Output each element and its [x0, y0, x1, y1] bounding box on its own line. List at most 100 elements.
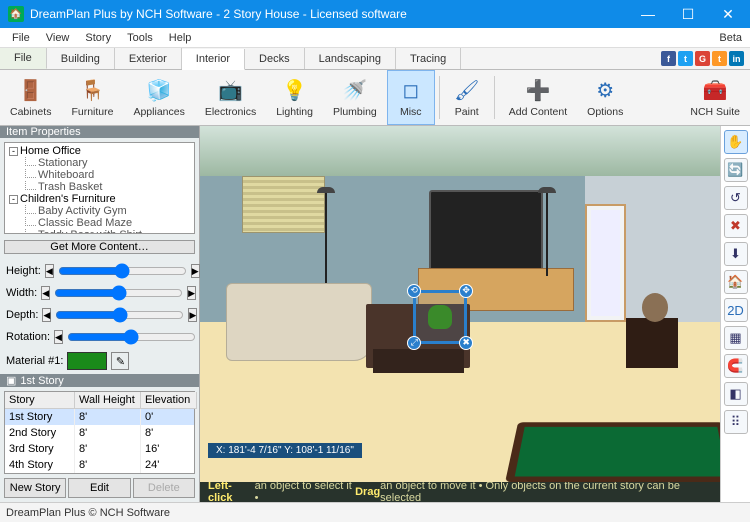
story-table[interactable]: StoryWall HeightElevation 1st Story8'0'2…	[4, 391, 195, 474]
tab-building[interactable]: Building	[47, 48, 115, 69]
delete-story-button[interactable]: Delete	[133, 478, 195, 498]
appliances-button[interactable]: 🧊Appliances	[123, 70, 194, 125]
selected-object-gizmo[interactable]: ⟲ ✥ ⤢ ✖	[413, 290, 467, 344]
view-2d-tool[interactable]: 2D	[724, 298, 748, 322]
orbit-tool[interactable]: 🔄	[724, 158, 748, 182]
width-increase-button[interactable]: ▶	[187, 286, 196, 300]
menu-help[interactable]: Help	[161, 28, 200, 47]
pool-table	[505, 422, 720, 482]
statusbar: DreamPlan Plus © NCH Software	[0, 502, 750, 522]
item-tree[interactable]: -Home OfficeStationaryWhiteboardTrash Ba…	[4, 142, 195, 233]
material-swatch[interactable]	[67, 352, 107, 370]
cabinets-button[interactable]: 🚪Cabinets	[0, 70, 61, 125]
grip-tool[interactable]: ⠿	[724, 410, 748, 434]
item-properties-header[interactable]: Item Properties	[0, 126, 199, 138]
table-row[interactable]: 3rd Story8'16'	[5, 441, 194, 457]
width-decrease-button[interactable]: ◀	[41, 286, 50, 300]
misc-button[interactable]: ◻Misc	[387, 70, 435, 125]
close-button[interactable]: ✕	[708, 0, 748, 28]
eyedropper-icon[interactable]: ✎	[111, 352, 129, 370]
rotate-handle-icon[interactable]: ⟲	[407, 284, 421, 298]
delete-handle-icon[interactable]: ✖	[459, 336, 473, 350]
maximize-button[interactable]: ☐	[668, 0, 708, 28]
column-header[interactable]: Wall Height	[75, 392, 141, 409]
tab-interior[interactable]: Interior	[182, 49, 245, 70]
expand-icon[interactable]: -	[9, 147, 18, 156]
facebook-icon[interactable]: f	[661, 51, 676, 66]
tree-node[interactable]: -Home Office	[7, 145, 192, 157]
table-row[interactable]: 1st Story8'0'	[5, 409, 194, 425]
scene-3d[interactable]: ⟲ ✥ ⤢ ✖ X: 181'-4 7/16" Y: 108'-1 11/16"	[200, 126, 720, 482]
download-tool[interactable]: ⬇	[724, 242, 748, 266]
edit-story-button[interactable]: Edit	[68, 478, 130, 498]
expand-icon[interactable]: -	[9, 195, 18, 204]
depth-slider[interactable]	[55, 306, 184, 324]
tree-node[interactable]: -Children's Furniture	[7, 193, 192, 205]
google-plus-icon[interactable]: G	[695, 51, 710, 66]
table-row[interactable]: 4th Story8'24'	[5, 457, 194, 473]
app-icon: 🏠	[8, 6, 24, 22]
width-slider[interactable]	[54, 284, 183, 302]
paint-button[interactable]: 🖌Paint	[444, 70, 490, 125]
viewport[interactable]: ⟲ ✥ ⤢ ✖ X: 181'-4 7/16" Y: 108'-1 11/16"…	[200, 126, 720, 502]
minimize-button[interactable]: —	[628, 0, 668, 28]
rotation-decrease-button[interactable]: ◀	[54, 330, 63, 344]
reset-view-tool[interactable]: ↺	[724, 186, 748, 210]
menu-tools[interactable]: Tools	[119, 28, 161, 47]
get-more-content-button[interactable]: Get More Content…	[4, 240, 195, 254]
height-slider[interactable]	[58, 262, 187, 280]
tab-tracing[interactable]: Tracing	[396, 48, 461, 69]
depth-decrease-button[interactable]: ◀	[42, 308, 51, 322]
tab-file[interactable]: File	[0, 48, 47, 69]
new-story-button[interactable]: New Story	[4, 478, 66, 498]
scale-handle-icon[interactable]: ⤢	[407, 336, 421, 350]
tree-node[interactable]: Stationary	[7, 157, 192, 169]
height-decrease-button[interactable]: ◀	[45, 264, 54, 278]
tree-node[interactable]: Whiteboard	[7, 169, 192, 181]
table-row[interactable]: 2nd Story8'8'	[5, 425, 194, 441]
height-increase-button[interactable]: ▶	[191, 264, 200, 278]
lighting-icon: 💡	[282, 78, 308, 104]
rotation-slider[interactable]	[67, 328, 196, 346]
column-header[interactable]: Elevation	[141, 392, 197, 409]
end-table	[626, 318, 678, 368]
electronics-button[interactable]: 📺Electronics	[195, 70, 266, 125]
tree-node[interactable]: Baby Activity Gym	[7, 205, 192, 217]
move-handle-icon[interactable]: ✥	[459, 284, 473, 298]
tumblr-icon[interactable]: t	[712, 51, 727, 66]
rotation-label: Rotation:	[6, 331, 50, 343]
snap-tool[interactable]: 🧲	[724, 354, 748, 378]
lighting-button[interactable]: 💡Lighting	[266, 70, 323, 125]
tree-node[interactable]: Trash Basket	[7, 181, 192, 193]
view-3d-tool[interactable]: 🏠	[724, 270, 748, 294]
height-label: Height:	[6, 265, 41, 277]
toggle-1[interactable]: ▦	[724, 326, 748, 350]
coordinates-readout: X: 181'-4 7/16" Y: 108'-1 11/16"	[208, 443, 362, 458]
twitter-icon[interactable]: t	[678, 51, 693, 66]
globe	[642, 293, 668, 321]
tab-landscaping[interactable]: Landscaping	[305, 48, 396, 69]
add-content-button[interactable]: ➕Add Content	[499, 70, 577, 125]
furniture-button[interactable]: 🪑Furniture	[61, 70, 123, 125]
menu-view[interactable]: View	[38, 28, 78, 47]
settings-tool[interactable]: ◧	[724, 382, 748, 406]
tv	[429, 190, 543, 275]
options-button[interactable]: ⚙Options	[577, 70, 633, 125]
plumbing-icon: 🚿	[342, 78, 368, 104]
column-header[interactable]: Story	[5, 392, 75, 409]
tab-exterior[interactable]: Exterior	[115, 48, 182, 69]
plumbing-button[interactable]: 🚿Plumbing	[323, 70, 387, 125]
linkedin-icon[interactable]: in	[729, 51, 744, 66]
paint-icon: 🖌	[454, 78, 480, 104]
delete-tool[interactable]: ✖	[724, 214, 748, 238]
tree-node[interactable]: Classic Bead Maze	[7, 217, 192, 229]
depth-increase-button[interactable]: ▶	[188, 308, 197, 322]
tree-node[interactable]: Teddy Bear with Shirt	[7, 229, 192, 233]
pan-tool[interactable]: ✋	[724, 130, 748, 154]
menu-story[interactable]: Story	[77, 28, 119, 47]
nch-suite-button[interactable]: 🧰 NCH Suite	[680, 70, 750, 125]
menu-file[interactable]: File	[4, 28, 38, 47]
tab-decks[interactable]: Decks	[245, 48, 305, 69]
electronics-icon: 📺	[218, 78, 244, 104]
story-panel-header[interactable]: ▣ 1st Story	[0, 374, 199, 387]
